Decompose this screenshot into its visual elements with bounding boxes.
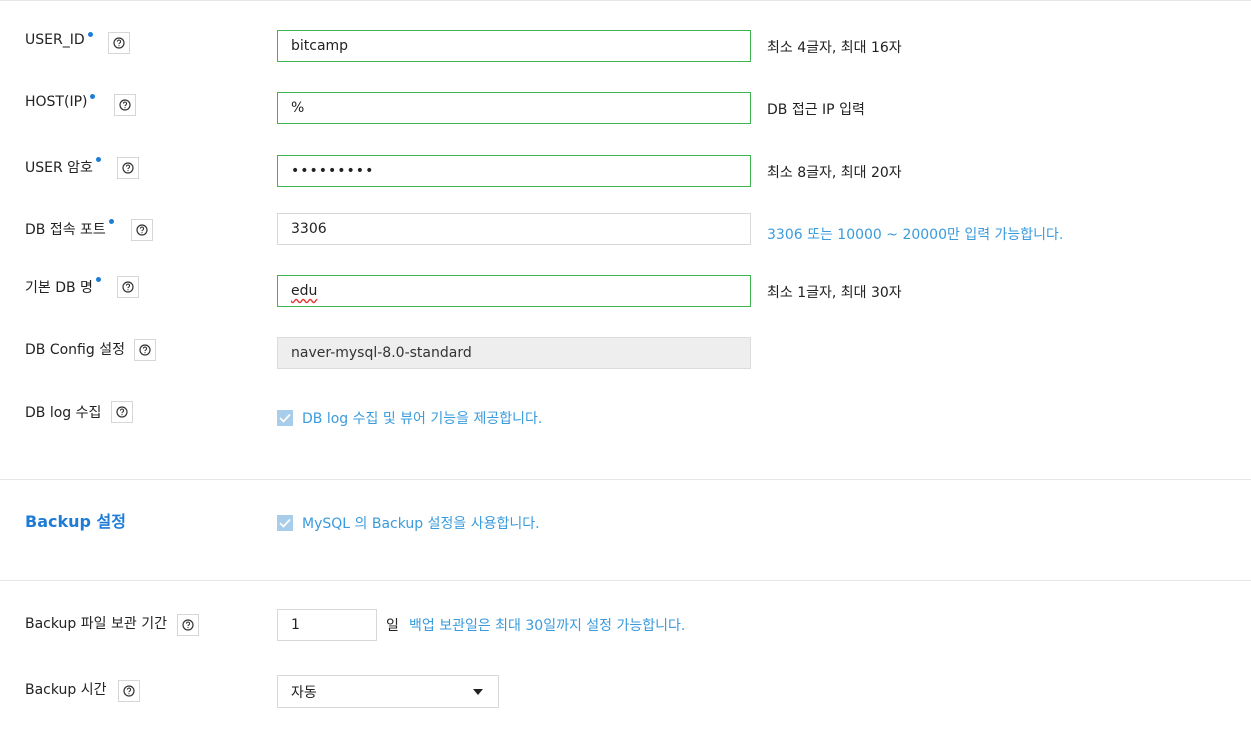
backup-checkbox[interactable] [277,515,293,531]
db-config-readonly-field: naver-mysql-8.0-standard [277,337,751,369]
section-divider [0,479,1251,480]
required-dot-icon [87,32,93,37]
check-icon [279,518,291,528]
db-log-help-icon[interactable] [111,401,133,423]
caret-down-icon [473,688,483,695]
user-id-hint: 최소 4글자, 최대 16자 [767,40,902,56]
backup-time-help-icon[interactable] [118,680,140,702]
required-dot-icon [95,157,101,162]
db-port-input[interactable]: 3306 [277,213,751,245]
check-icon [279,413,291,423]
db-config-label: DB Config 설정 [25,342,125,358]
user-id-help-icon[interactable] [108,32,130,54]
default-db-help-icon[interactable] [117,276,139,298]
backup-retention-unit: 일 [386,618,399,634]
db-port-help-icon[interactable] [131,219,153,241]
backup-retention-help-icon[interactable] [177,614,199,636]
required-dot-icon [95,277,101,282]
user-password-label: USER 암호 [25,157,101,177]
required-dot-icon [90,94,96,99]
host-ip-hint: DB 접근 IP 입력 [767,102,865,118]
user-id-label: USER_ID [25,32,93,48]
user-password-hint: 최소 8글자, 최대 20자 [767,165,902,181]
backup-retention-input[interactable]: 1 [277,609,377,641]
default-db-hint: 최소 1글자, 최대 30자 [767,285,902,301]
default-db-input[interactable]: edu [277,275,751,307]
backup-time-select[interactable]: 자동 [277,675,499,708]
backup-retention-hint: 백업 보관일은 최대 30일까지 설정 가능합니다. [409,618,686,634]
user-password-input[interactable]: ••••••••• [277,155,751,187]
section-divider [0,580,1251,581]
db-port-hint: 3306 또는 10000 ~ 20000만 입력 가능합니다. [767,227,1064,243]
host-ip-label: HOST(IP) [25,94,96,110]
db-log-label: DB log 수집 [25,405,102,421]
host-ip-help-icon[interactable] [114,94,136,116]
db-log-checkbox[interactable] [277,410,293,426]
db-config-help-icon[interactable] [134,339,156,361]
db-port-label: DB 접속 포트 [25,219,114,239]
backup-section-title: Backup 설정 [25,512,126,531]
db-log-checkbox-row[interactable]: DB log 수집 및 뷰어 기능을 제공합니다. [277,408,542,428]
backup-retention-label: Backup 파일 보관 기간 [25,616,167,632]
required-dot-icon [108,219,114,224]
user-id-input[interactable]: bitcamp [277,30,751,62]
backup-time-label: Backup 시간 [25,682,107,698]
host-ip-input[interactable]: % [277,92,751,124]
user-password-help-icon[interactable] [117,157,139,179]
backup-checkbox-row[interactable]: MySQL 의 Backup 설정을 사용합니다. [277,513,540,533]
db-settings-form: USER_ID bitcamp 최소 4글자, 최대 16자 HOST(IP) … [0,0,1251,750]
default-db-label: 기본 DB 명 [25,277,101,297]
